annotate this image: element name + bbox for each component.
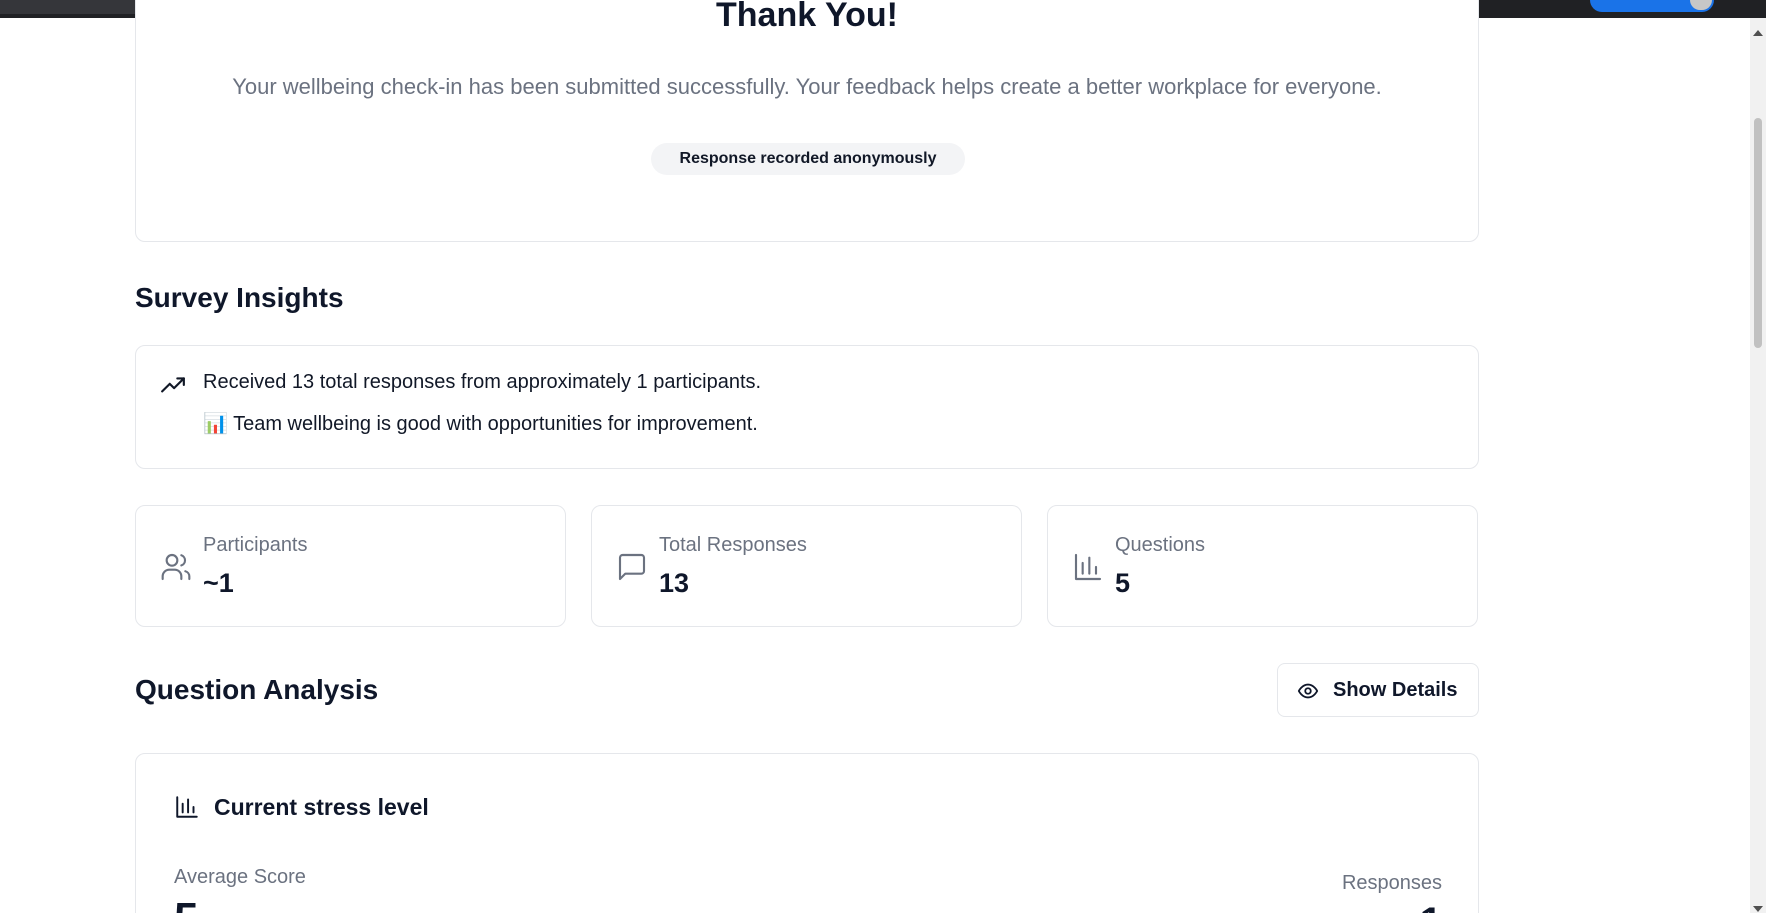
stat-value: 5 [1115, 568, 1131, 598]
question-analysis-heading: Question Analysis [135, 674, 379, 705]
eye-icon [1297, 683, 1319, 699]
anonymous-badge: Response recorded anonymously [651, 143, 965, 175]
average-score-label: Average Score [174, 866, 306, 888]
page-scrollbar[interactable] [1750, 18, 1766, 913]
trending-up-icon [161, 377, 185, 393]
responses-label: Responses [1341, 872, 1442, 894]
submission-message: Your wellbeing check-in has been submitt… [232, 74, 1382, 99]
scroll-up-icon[interactable] [1753, 30, 1763, 36]
stat-value: 13 [659, 568, 690, 598]
stat-card-participants: Participants ~1 [135, 505, 566, 627]
responses-value: 1 [1420, 900, 1442, 913]
thank-you-card: Thank You! Your wellbeing check-in has b… [135, 0, 1479, 242]
bar-chart-icon [176, 796, 198, 818]
question-card: Current stress level Average Score 5 Res… [135, 753, 1479, 913]
stat-label: Participants [203, 534, 308, 556]
insight-responses-summary: Received 13 total responses from approxi… [203, 371, 762, 393]
stat-label: Questions [1115, 534, 1206, 556]
stat-label: Total Responses [659, 534, 807, 556]
survey-insights-heading: Survey Insights [135, 282, 344, 313]
insight-wellbeing-summary: 📊 Team wellbeing is good with opportunit… [203, 413, 758, 435]
bar-chart-icon [1074, 553, 1102, 581]
stat-value: ~1 [203, 568, 234, 598]
message-square-icon [618, 553, 646, 581]
scrollbar-thumb[interactable] [1754, 118, 1762, 348]
show-details-button[interactable]: Show Details [1277, 663, 1479, 717]
average-score-value: 5 [174, 894, 198, 913]
insights-card: Received 13 total responses from approxi… [135, 345, 1479, 469]
thank-you-title: Thank You! [716, 0, 898, 34]
users-icon [161, 553, 191, 581]
question-title: Current stress level [214, 794, 429, 820]
scroll-down-icon[interactable] [1753, 906, 1763, 912]
show-details-label: Show Details [1333, 679, 1458, 701]
stat-card-total-responses: Total Responses 13 [591, 505, 1022, 627]
stat-card-questions: Questions 5 [1047, 505, 1478, 627]
